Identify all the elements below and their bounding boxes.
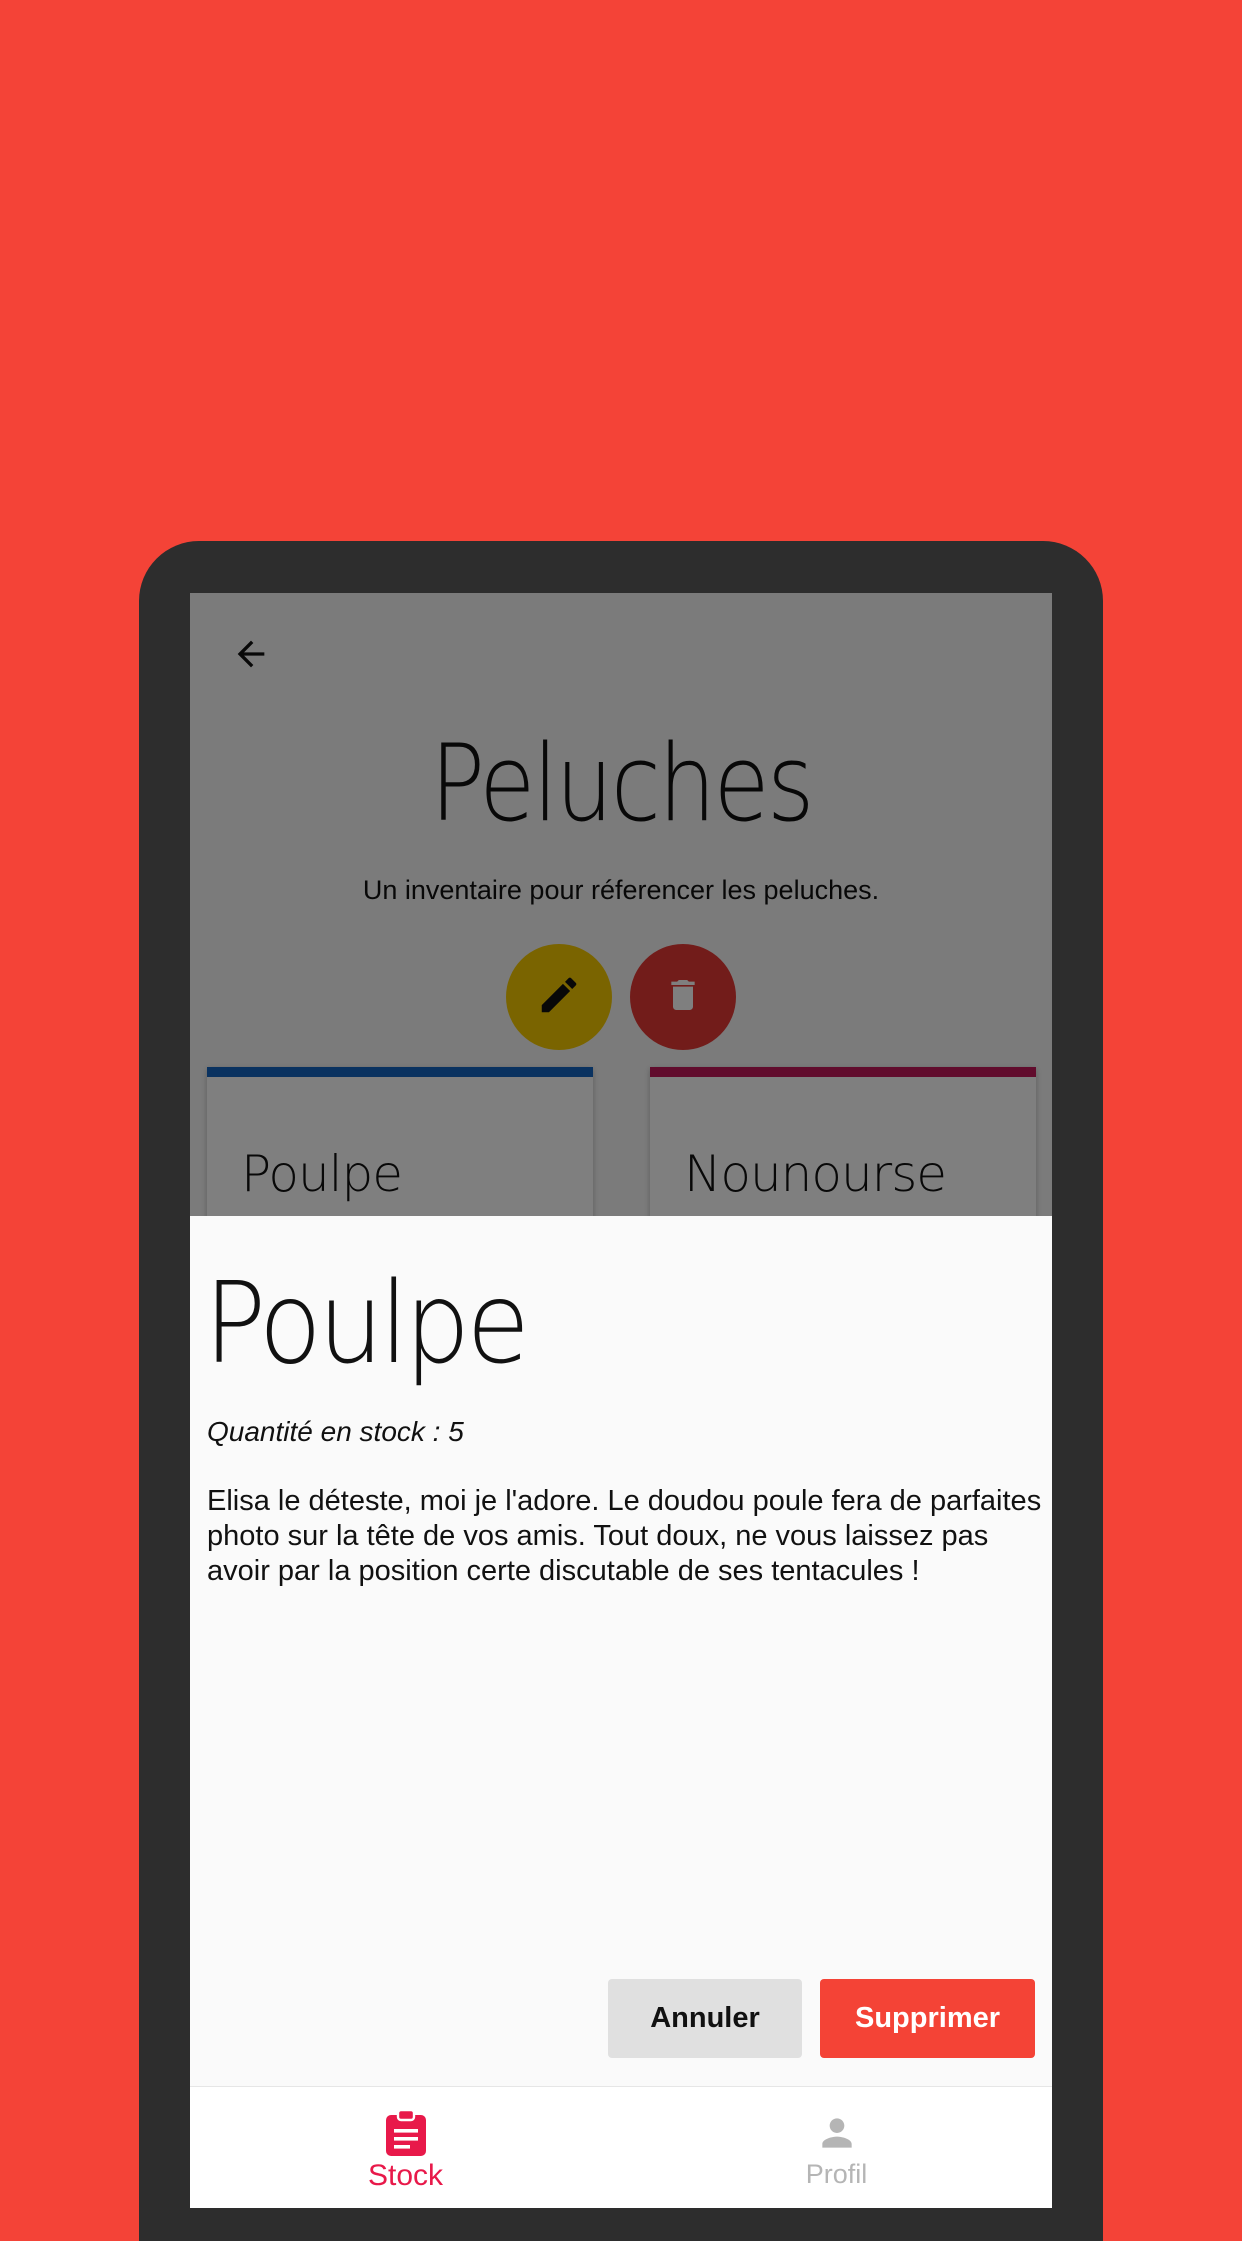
app-screen: Peluches Un inventaire pour réferencer l… <box>190 593 1052 2208</box>
nav-item-profil[interactable]: Profil <box>621 2087 1052 2208</box>
confirm-delete-button[interactable]: Supprimer <box>820 1979 1035 2058</box>
delete-confirmation-sheet: Poulpe Quantité en stock : 5 Elisa le dé… <box>190 1216 1052 2208</box>
sheet-title: Poulpe <box>204 1259 530 1389</box>
stock-quantity: Quantité en stock : 5 <box>207 1416 464 1447</box>
modal-scrim[interactable] <box>190 593 1052 1216</box>
product-description: Elisa le déteste, moi je l'adore. Le dou… <box>207 1485 1042 1587</box>
nav-label-stock: Stock <box>367 2159 444 2192</box>
nav-label-profil: Profil <box>805 2159 868 2189</box>
person-icon <box>815 2109 859 2157</box>
clipboard-icon <box>384 2109 428 2157</box>
bottom-navigation: Stock Profil <box>190 2086 1052 2208</box>
cancel-button[interactable]: Annuler <box>608 1979 802 2058</box>
nav-item-stock[interactable]: Stock <box>190 2087 621 2208</box>
